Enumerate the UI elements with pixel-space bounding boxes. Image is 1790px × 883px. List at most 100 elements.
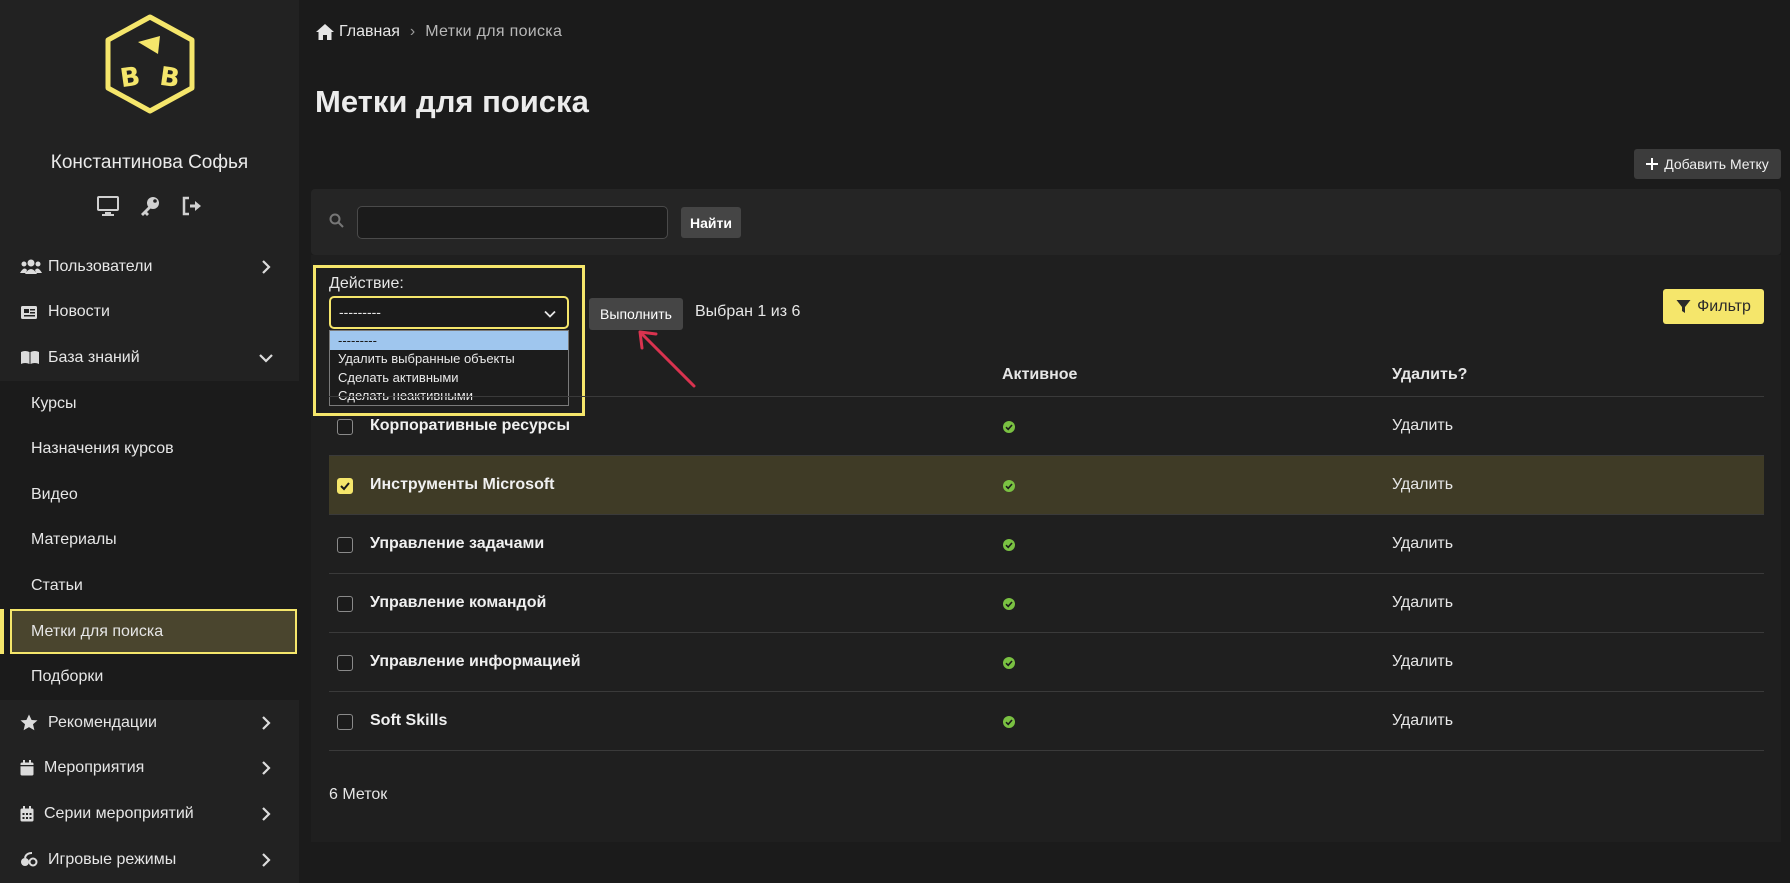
sidebar-item-label: Рекомендации [48, 713, 157, 731]
checkmark-icon [340, 482, 350, 491]
row-delete[interactable]: Удалить [1392, 712, 1453, 730]
sidebar-item-event-series[interactable]: Серии мероприятий [0, 791, 299, 837]
logout-icon[interactable] [180, 194, 204, 218]
active-indicator [0, 608, 4, 655]
monitor-icon[interactable] [96, 194, 120, 218]
svg-text:B: B [158, 62, 182, 94]
knowledge-base-submenu: Курсы Назначения курсов Видео Материалы … [0, 380, 299, 700]
action-select-value: --------- [339, 304, 381, 320]
chevron-right-icon [262, 761, 271, 776]
sidebar-item-course-assignments[interactable]: Назначения курсов [0, 426, 299, 472]
filter-button[interactable]: Фильтр [1663, 289, 1764, 324]
newspaper-icon [20, 305, 42, 320]
chevron-right-icon [262, 807, 271, 821]
row-delete[interactable]: Удалить [1392, 476, 1453, 494]
table-row: Корпоративные ресурсы Удалить [329, 397, 1764, 456]
row-delete[interactable]: Удалить [1392, 417, 1453, 435]
sidebar-item-articles[interactable]: Статьи [0, 563, 299, 609]
chevron-down-icon [259, 354, 273, 363]
svg-text:B: B [118, 62, 142, 94]
sidebar-item-recommendations[interactable]: Рекомендации [0, 700, 299, 746]
column-header-delete[interactable]: Удалить? [1392, 366, 1467, 384]
search-button[interactable]: Найти [681, 207, 741, 238]
sidebar-item-knowledge-base[interactable]: База знаний [0, 335, 299, 381]
chevron-right-icon [262, 852, 271, 867]
row-delete[interactable]: Удалить [1392, 594, 1453, 612]
run-action-button[interactable]: Выполнить [589, 298, 683, 330]
action-option-make-active[interactable]: Сделать активными [330, 368, 568, 387]
row-name[interactable]: Инструменты Microsoft [370, 476, 555, 494]
result-count: 6 Меток [329, 786, 388, 803]
sidebar-item-label: Игровые режимы [48, 850, 177, 868]
row-name[interactable]: Корпоративные ресурсы [370, 417, 570, 435]
check-circle-icon [1003, 657, 1015, 669]
sidebar-item-news[interactable]: Новости [0, 290, 299, 336]
sidebar-item-game-modes[interactable]: Игровые режимы [0, 837, 299, 883]
action-dropdown: --------- Удалить выбранные объекты Сдел… [329, 330, 569, 406]
table-row: Управление командой Удалить [329, 574, 1764, 633]
logo[interactable]: B B [100, 14, 200, 114]
sidebar: B B Константинова Софья Пользователи Нов… [0, 0, 299, 883]
breadcrumb-current: Метки для поиска [425, 23, 563, 40]
calendar-grid-icon [20, 805, 38, 822]
check-circle-icon [1003, 480, 1015, 492]
action-option-delete-selected[interactable]: Удалить выбранные объекты [330, 350, 568, 369]
breadcrumb: Главная › Метки для поиска [315, 23, 562, 41]
users-icon [20, 259, 42, 275]
user-name: Константинова Софья [50, 152, 249, 173]
filter-icon [1676, 300, 1691, 313]
row-checkbox[interactable] [337, 419, 353, 435]
row-name[interactable]: Управление информацией [370, 653, 581, 671]
chevron-down-icon [544, 310, 556, 318]
star-icon [20, 714, 42, 731]
key-icon[interactable] [138, 194, 162, 218]
chevron-right-icon [262, 260, 271, 274]
table-row: Инструменты Microsoft Удалить [329, 456, 1764, 515]
sidebar-item-label: Серии мероприятий [44, 804, 194, 822]
search-icon [329, 213, 344, 228]
plus-icon [1646, 158, 1659, 170]
search-panel: Найти [311, 189, 1781, 255]
column-header-active[interactable]: Активное [1002, 366, 1077, 384]
row-delete[interactable]: Удалить [1392, 653, 1453, 671]
table-row: Управление информацией Удалить [329, 633, 1764, 692]
gamepad-icon [20, 851, 42, 868]
page-title: Метки для поиска [315, 84, 589, 119]
book-open-icon [20, 350, 42, 365]
breadcrumb-home-label: Главная [339, 23, 400, 40]
row-checkbox[interactable] [337, 596, 353, 612]
check-circle-icon [1003, 421, 1015, 433]
sidebar-item-users[interactable]: Пользователи [0, 244, 299, 290]
search-input[interactable] [357, 206, 668, 239]
sidebar-item-materials[interactable]: Материалы [0, 518, 299, 564]
action-option[interactable]: --------- [330, 331, 568, 350]
row-checkbox[interactable] [337, 537, 353, 553]
breadcrumb-home[interactable]: Главная [315, 23, 400, 41]
sidebar-item-courses[interactable]: Курсы [0, 381, 299, 427]
check-circle-icon [1003, 539, 1015, 551]
sidebar-item-label: База знаний [48, 348, 140, 366]
add-tag-label: Добавить Метку [1664, 156, 1769, 172]
sidebar-nav: Пользователи Новости База знаний Курсы Н… [0, 244, 299, 882]
row-checkbox[interactable] [337, 655, 353, 671]
row-name[interactable]: Soft Skills [370, 712, 447, 730]
row-name[interactable]: Управление задачами [370, 535, 544, 553]
row-name[interactable]: Управление командой [370, 594, 546, 612]
sidebar-item-video[interactable]: Видео [0, 472, 299, 518]
calendar-icon [20, 760, 38, 776]
home-icon [316, 24, 334, 40]
active-item-wrapper: Метки для поиска [0, 608, 299, 655]
action-select[interactable]: --------- [329, 296, 569, 329]
sidebar-item-label: Пользователи [48, 257, 153, 275]
add-tag-button[interactable]: Добавить Метку [1634, 149, 1781, 179]
sidebar-item-collections[interactable]: Подборки [0, 654, 299, 700]
row-checkbox[interactable] [337, 478, 353, 494]
check-circle-icon [1003, 598, 1015, 610]
row-delete[interactable]: Удалить [1392, 535, 1453, 553]
sidebar-item-events[interactable]: Мероприятия [0, 746, 299, 792]
row-checkbox[interactable] [337, 714, 353, 730]
table-row: Soft Skills Удалить [329, 692, 1764, 751]
breadcrumb-separator: › [409, 23, 416, 40]
sidebar-item-search-tags[interactable]: Метки для поиска [10, 608, 297, 655]
filter-label: Фильтр [1697, 297, 1751, 315]
